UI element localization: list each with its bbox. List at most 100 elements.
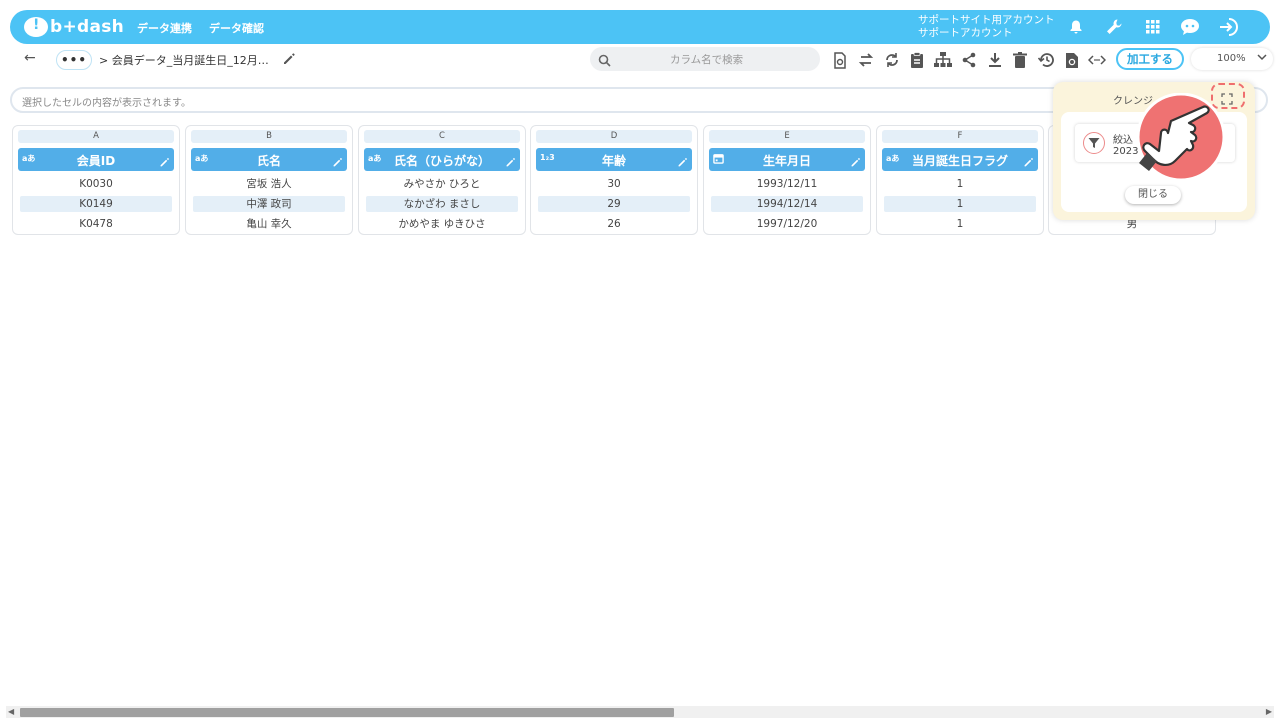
more-options-button[interactable]: •••: [56, 50, 92, 70]
horizontal-scrollbar[interactable]: ◀ ▶: [6, 706, 1274, 718]
table-cell[interactable]: K0478: [20, 216, 172, 232]
top-header-bar: b+dash データ連携 データ確認 サポートサイト用アカウント サポートアカウ…: [10, 10, 1270, 44]
column-letter[interactable]: C: [364, 130, 520, 143]
table-cell[interactable]: 1997/12/20: [711, 216, 863, 232]
table-cell[interactable]: 1994/12/14: [711, 196, 863, 212]
refresh-icon[interactable]: [883, 51, 901, 69]
pointer-hand-icon: [1131, 92, 1227, 183]
number-type-icon: 1₂3: [540, 153, 555, 162]
column-header[interactable]: aあ 会員ID: [18, 148, 174, 171]
table-cell[interactable]: 30: [538, 176, 690, 192]
nav-data-integration[interactable]: データ連携: [137, 20, 192, 36]
table-cell[interactable]: かめやま ゆきひさ: [366, 216, 518, 232]
account-site-name: サポートサイト用アカウント: [918, 14, 1055, 26]
logout-icon[interactable]: [1219, 17, 1239, 37]
column-letter[interactable]: A: [18, 130, 174, 143]
table-cell[interactable]: 26: [538, 216, 690, 232]
zoom-select[interactable]: 100%: [1191, 48, 1273, 70]
filter-step-label: 絞込: [1113, 135, 1133, 146]
table-cell[interactable]: 1: [884, 196, 1036, 212]
bdash-logo[interactable]: b+dash: [24, 16, 124, 38]
edit-column-pencil-icon[interactable]: [332, 153, 343, 172]
clipboard-icon[interactable]: [908, 51, 926, 69]
doc-restore-icon[interactable]: [1063, 51, 1081, 69]
table-cell[interactable]: 中澤 政司: [193, 196, 345, 212]
table-cell[interactable]: 1993/12/11: [711, 176, 863, 192]
column-name: 当月誕生日フラグ: [911, 154, 1008, 168]
account-info[interactable]: サポートサイト用アカウント サポートアカウント: [918, 14, 1055, 40]
column-name: 生年月日: [762, 154, 811, 168]
zoom-value: 100%: [1217, 53, 1246, 64]
column-name: 氏名（ひらがな）: [393, 154, 490, 168]
breadcrumb[interactable]: > 会員データ_当月誕生日_12月…: [99, 52, 269, 68]
chat-bot-icon[interactable]: [1180, 17, 1200, 37]
column-name: 会員ID: [76, 154, 116, 168]
column-search[interactable]: カラム名で検索: [590, 47, 820, 71]
hierarchy-icon[interactable]: [934, 51, 952, 69]
table-cell[interactable]: K0149: [20, 196, 172, 212]
wrench-icon[interactable]: [1104, 17, 1124, 37]
table-cell[interactable]: 亀山 幸久: [193, 216, 345, 232]
scrollbar-thumb[interactable]: [20, 708, 674, 717]
back-button[interactable]: ←: [24, 50, 36, 66]
edit-title-pencil-icon[interactable]: [282, 51, 296, 70]
edit-column-pencil-icon[interactable]: [1023, 153, 1034, 172]
grid-column-f: Faあ 当月誕生日フラグ 1 1 1: [876, 125, 1044, 235]
grid-column-a: Aaあ 会員ID K0030 K0149 K0478: [12, 125, 180, 235]
cell-content-placeholder: 選択したセルの内容が表示されます。: [22, 98, 191, 109]
column-letter[interactable]: B: [191, 130, 347, 143]
column-name: 氏名: [256, 154, 281, 168]
column-name: 年齢: [601, 154, 626, 168]
filter-icon: [1083, 132, 1105, 154]
close-button[interactable]: 閉じる: [1125, 186, 1181, 204]
edit-column-pencil-icon[interactable]: [677, 153, 688, 172]
table-cell[interactable]: なかざわ まさし: [366, 196, 518, 212]
search-icon: [598, 52, 611, 71]
text-type-icon: aあ: [195, 154, 209, 163]
settings-doc-icon[interactable]: [831, 51, 849, 69]
edit-column-pencil-icon[interactable]: [505, 153, 516, 172]
table-cell[interactable]: K0030: [20, 176, 172, 192]
column-letter[interactable]: F: [882, 130, 1038, 143]
nav-data-check[interactable]: データ確認: [209, 20, 264, 36]
edit-column-pencil-icon[interactable]: [850, 153, 861, 172]
text-type-icon: aあ: [886, 154, 900, 163]
table-cell[interactable]: 宮坂 浩人: [193, 176, 345, 192]
date-type-icon: [713, 153, 724, 166]
table-cell[interactable]: みやさか ひろと: [366, 176, 518, 192]
column-letter[interactable]: D: [536, 130, 692, 143]
text-type-icon: aあ: [22, 154, 36, 163]
grid-column-e: E 生年月日 1993/12/11 1994/12/14 1997/12/20: [703, 125, 871, 235]
share-icon[interactable]: [960, 51, 978, 69]
table-cell[interactable]: 29: [538, 196, 690, 212]
scroll-right-icon[interactable]: ▶: [1266, 707, 1272, 716]
swap-icon[interactable]: [857, 51, 875, 69]
logo-bubble-icon: [24, 17, 48, 37]
logo-text: b+dash: [50, 17, 125, 37]
column-letter[interactable]: E: [709, 130, 865, 143]
grid-column-c: Caあ 氏名（ひらがな） みやさか ひろと なかざわ まさし かめやま ゆきひさ: [358, 125, 526, 235]
grid-column-d: D 1₂3 年齢 30 29 26: [530, 125, 698, 235]
grid-column-b: Baあ 氏名宮坂 浩人中澤 政司亀山 幸久: [185, 125, 353, 235]
download-icon[interactable]: [986, 51, 1004, 69]
scroll-left-icon[interactable]: ◀: [8, 707, 14, 716]
search-input[interactable]: カラム名で検索: [670, 52, 743, 67]
bell-icon[interactable]: [1066, 17, 1086, 37]
process-button[interactable]: 加工する: [1116, 48, 1184, 70]
column-header[interactable]: aあ 氏名: [191, 148, 347, 171]
trash-icon[interactable]: [1011, 51, 1029, 69]
table-cell[interactable]: 1: [884, 216, 1036, 232]
edit-column-pencil-icon[interactable]: [159, 153, 170, 172]
table-cell[interactable]: 1: [884, 176, 1036, 192]
text-type-icon: aあ: [368, 154, 382, 163]
column-header[interactable]: aあ 当月誕生日フラグ: [882, 148, 1038, 171]
history-icon[interactable]: [1037, 51, 1055, 69]
apps-grid-icon[interactable]: [1143, 17, 1163, 37]
account-user-name: サポートアカウント: [918, 27, 1013, 39]
column-header[interactable]: 1₂3 年齢: [536, 148, 692, 171]
column-header[interactable]: aあ 氏名（ひらがな）: [364, 148, 520, 171]
chevron-down-icon: [1257, 52, 1267, 65]
sheet-toolbar: ← ••• > 会員データ_当月誕生日_12月… カラム名で検索 加工する 10…: [6, 46, 1274, 74]
column-header[interactable]: 生年月日: [709, 148, 865, 171]
code-icon[interactable]: [1088, 51, 1106, 69]
